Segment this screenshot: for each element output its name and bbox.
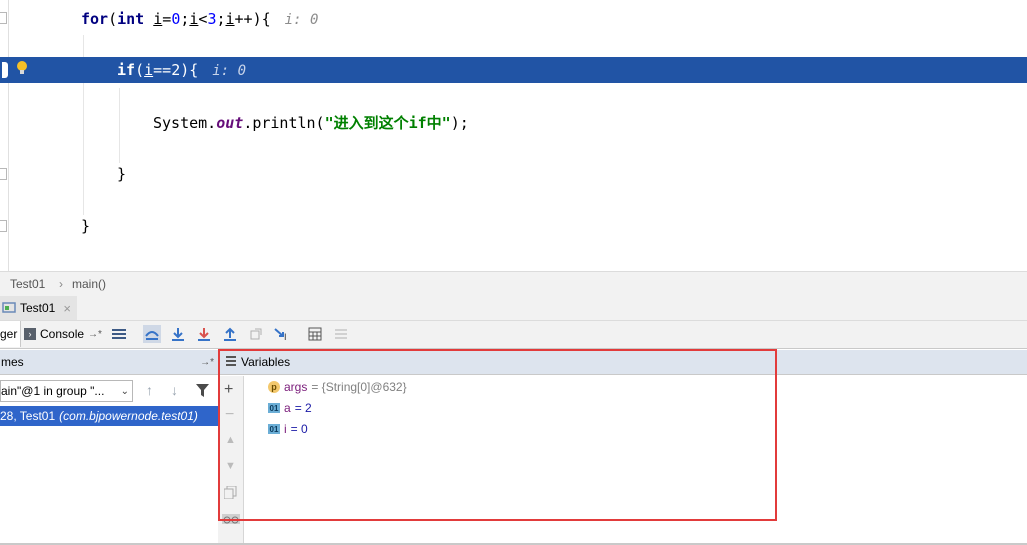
svg-text:I: I xyxy=(284,332,287,341)
frame-location: 28, Test01 xyxy=(0,409,56,423)
step-out-icon[interactable] xyxy=(221,325,239,343)
drop-frame-icon[interactable] xyxy=(247,325,265,343)
step-into-icon[interactable] xyxy=(169,325,187,343)
debugger-tab-label: ger xyxy=(0,327,18,341)
field-out: out xyxy=(216,114,244,132)
lightbulb-icon[interactable] xyxy=(16,60,28,76)
debug-config-icon xyxy=(2,302,16,314)
paren: ( xyxy=(108,10,118,28)
brace: } xyxy=(117,165,127,183)
frames-header: mes →* xyxy=(0,350,218,375)
frame-package: (com.bjpowernode.test01) xyxy=(59,409,198,423)
trace-icon[interactable] xyxy=(332,325,350,343)
execution-line-highlight[interactable]: if(i==2){ i: 0 xyxy=(0,57,1027,83)
console-tab-label: Console xyxy=(40,327,85,341)
debug-session-label: Test01 xyxy=(20,301,56,315)
breadcrumb-method[interactable]: main() xyxy=(72,277,106,291)
operator: == xyxy=(153,61,172,79)
force-step-into-icon[interactable] xyxy=(195,325,213,343)
debugger-tab[interactable]: ger xyxy=(0,321,21,347)
stack-frame-row[interactable]: 28, Test01 (com.bjpowernode.test01) xyxy=(0,406,218,426)
method-println: .println( xyxy=(243,114,325,132)
keyword-int: int xyxy=(117,10,145,28)
fold-marker-icon[interactable] xyxy=(0,220,7,232)
close-icon[interactable]: × xyxy=(63,301,71,316)
paren: ( xyxy=(135,61,145,79)
var-i: i xyxy=(144,61,154,79)
pin-icon[interactable]: →* xyxy=(200,357,214,368)
console-icon: › xyxy=(24,328,36,340)
code-line-println[interactable]: System.out.println("进入到这个if中"); xyxy=(153,113,469,133)
increment: ++){ xyxy=(234,10,271,28)
frames-title: mes xyxy=(1,355,24,369)
chevron-down-icon: ⌄ xyxy=(120,385,129,397)
layout-menu-icon[interactable] xyxy=(110,325,128,343)
code-line-if[interactable]: if(i==2){ i: 0 xyxy=(117,60,246,81)
statement-end: ); xyxy=(450,114,469,132)
code-line-close-if[interactable]: } xyxy=(117,164,126,184)
editor-gutter[interactable] xyxy=(0,0,9,271)
semicolon: ; xyxy=(216,10,226,28)
fold-marker-icon[interactable] xyxy=(0,12,7,24)
class-system: System. xyxy=(153,114,217,132)
thread-select[interactable]: ain"@1 in group "... ⌄ xyxy=(0,380,133,402)
keyword-if: if xyxy=(117,61,136,79)
code-line-for[interactable]: for(int i=0;i<3;i++){i: 0 xyxy=(81,9,318,30)
breadcrumb: Test01 › main() xyxy=(0,271,1027,297)
previous-frame-icon[interactable]: ↑ xyxy=(146,382,153,398)
string-literal: "进入到这个if中" xyxy=(324,114,451,132)
number: 0 xyxy=(171,10,181,28)
code-line-close-for[interactable]: } xyxy=(81,216,90,236)
show-execution-point-icon[interactable] xyxy=(143,325,161,343)
keyword-for: for xyxy=(81,10,109,28)
next-frame-icon[interactable]: ↓ xyxy=(171,382,178,398)
evaluate-expression-icon[interactable] xyxy=(306,325,324,343)
filter-icon[interactable] xyxy=(196,384,209,400)
breadcrumb-file[interactable]: Test01 xyxy=(10,277,45,291)
debug-toolbar: ger › Console →* I xyxy=(0,320,1027,349)
breadcrumb-separator: › xyxy=(59,277,63,291)
inline-value-hint: i: 0 xyxy=(212,63,246,79)
debug-session-bar: Test01 × xyxy=(0,296,1027,320)
var-i: i xyxy=(153,10,163,28)
paren: ){ xyxy=(180,61,199,79)
frames-panel: mes →* ain"@1 in group "... ⌄ ↑ ↓ 28, Te… xyxy=(0,350,219,545)
var-i: i xyxy=(225,10,235,28)
breakpoint-marker-icon[interactable] xyxy=(2,62,8,78)
fold-marker-icon[interactable] xyxy=(0,168,7,180)
console-tab[interactable]: › Console →* xyxy=(24,321,102,347)
pin-icon[interactable]: →* xyxy=(88,329,102,340)
annotation-highlight-box xyxy=(218,349,777,521)
number: 2 xyxy=(171,61,181,79)
indent-guide xyxy=(119,88,120,163)
run-to-cursor-icon[interactable]: I xyxy=(273,325,291,343)
brace: } xyxy=(81,217,91,235)
operator: = xyxy=(162,10,172,28)
thread-select-value: ain"@1 in group "... xyxy=(1,384,105,398)
debug-session-tab[interactable]: Test01 × xyxy=(0,296,77,320)
code-editor[interactable]: for(int i=0;i<3;i++){i: 0 if(i==2){i: 0 … xyxy=(0,0,1027,271)
inline-value-hint: i: 0 xyxy=(284,12,319,28)
